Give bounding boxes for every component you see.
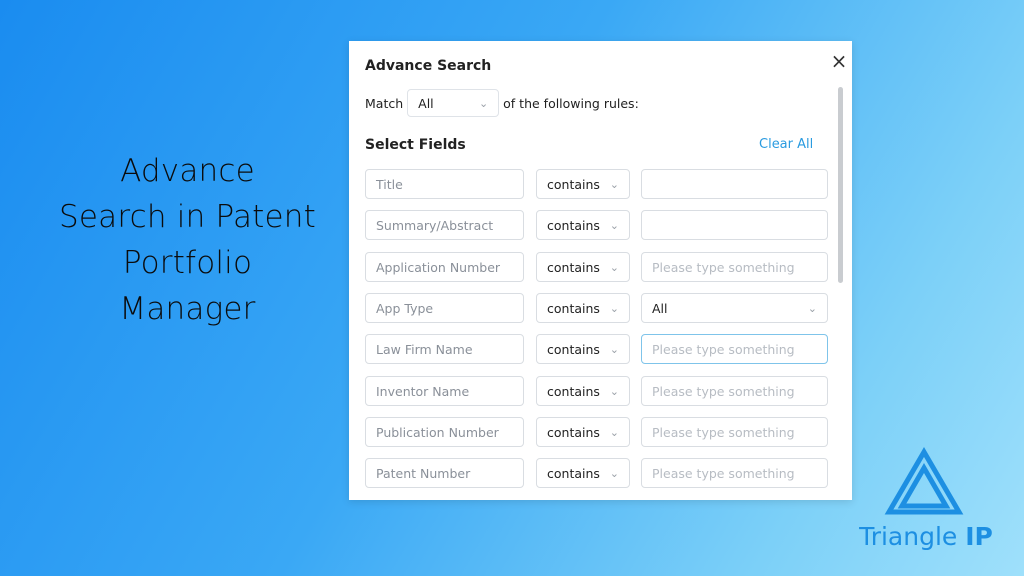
operator-value: contains	[547, 425, 600, 440]
operator-select[interactable]: contains ⌄	[536, 417, 630, 447]
headline-line-1: Advance	[40, 148, 335, 194]
value-input[interactable]: Please type something	[641, 252, 828, 282]
match-label: Match	[365, 96, 403, 111]
operator-value: contains	[547, 384, 600, 399]
chevron-down-icon: ⌄	[610, 178, 619, 191]
chevron-down-icon: ⌄	[610, 426, 619, 439]
field-name-input[interactable]: Summary/Abstract	[365, 210, 524, 240]
field-name-input[interactable]: Title	[365, 169, 524, 199]
clear-all-link[interactable]: Clear All	[759, 137, 813, 152]
operator-select[interactable]: contains ⌄	[536, 293, 630, 323]
value-select[interactable]: All ⌄	[641, 293, 828, 323]
field-name-input[interactable]: Law Firm Name	[365, 334, 524, 364]
logo-text-regular: Triangle	[859, 522, 957, 551]
chevron-down-icon: ⌄	[610, 385, 619, 398]
logo-text: Triangle IP	[858, 522, 994, 551]
scrollbar-thumb[interactable]	[838, 87, 843, 283]
value-input[interactable]: Please type something	[641, 334, 828, 364]
operator-value: contains	[547, 260, 600, 275]
logo-text-bold: IP	[965, 522, 993, 551]
triangle-logo-icon	[858, 446, 994, 522]
headline-line-3: Portfolio	[40, 240, 335, 286]
headline-line-2: Search in Patent	[40, 194, 335, 240]
operator-select[interactable]: contains ⌄	[536, 252, 630, 282]
operator-select[interactable]: contains ⌄	[536, 334, 630, 364]
operator-value: contains	[547, 218, 600, 233]
operator-select[interactable]: contains ⌄	[536, 458, 630, 488]
field-name-input[interactable]: Application Number	[365, 252, 524, 282]
triangle-ip-logo: Triangle IP	[858, 446, 994, 556]
operator-value: contains	[547, 301, 600, 316]
chevron-down-icon: ⌄	[610, 261, 619, 274]
operator-value: contains	[547, 466, 600, 481]
field-name-input[interactable]: Inventor Name	[365, 376, 524, 406]
chevron-down-icon: ⌄	[610, 219, 619, 232]
operator-select[interactable]: contains ⌄	[536, 210, 630, 240]
chevron-down-icon: ⌄	[610, 302, 619, 315]
chevron-down-icon: ⌄	[479, 97, 488, 110]
operator-value: contains	[547, 177, 600, 192]
match-suffix: of the following rules:	[503, 96, 639, 111]
field-name-input[interactable]: Patent Number	[365, 458, 524, 488]
dialog-title: Advance Search	[365, 58, 491, 74]
match-row: Match All ⌄ of the following rules:	[365, 89, 639, 117]
select-fields-heading: Select Fields	[365, 137, 466, 153]
close-icon[interactable]: ×	[830, 52, 848, 70]
value-input[interactable]: Please type something	[641, 376, 828, 406]
operator-value: contains	[547, 342, 600, 357]
operator-select[interactable]: contains ⌄	[536, 169, 630, 199]
value-input[interactable]	[641, 210, 828, 240]
operator-select[interactable]: contains ⌄	[536, 376, 630, 406]
field-name-input[interactable]: App Type	[365, 293, 524, 323]
value-input[interactable]: Please type something	[641, 458, 828, 488]
headline: Advance Search in Patent Portfolio Manag…	[40, 148, 335, 332]
value-select-value: All	[652, 301, 668, 316]
advance-search-dialog: × Advance Search Match All ⌄ of the foll…	[349, 41, 852, 500]
chevron-down-icon: ⌄	[808, 302, 817, 315]
match-select[interactable]: All ⌄	[407, 89, 499, 117]
scrollbar[interactable]	[836, 87, 844, 495]
value-input[interactable]	[641, 169, 828, 199]
headline-line-4: Manager	[40, 286, 335, 332]
value-input[interactable]: Please type something	[641, 417, 828, 447]
chevron-down-icon: ⌄	[610, 467, 619, 480]
match-select-value: All	[418, 96, 434, 111]
chevron-down-icon: ⌄	[610, 343, 619, 356]
field-name-input[interactable]: Publication Number	[365, 417, 524, 447]
